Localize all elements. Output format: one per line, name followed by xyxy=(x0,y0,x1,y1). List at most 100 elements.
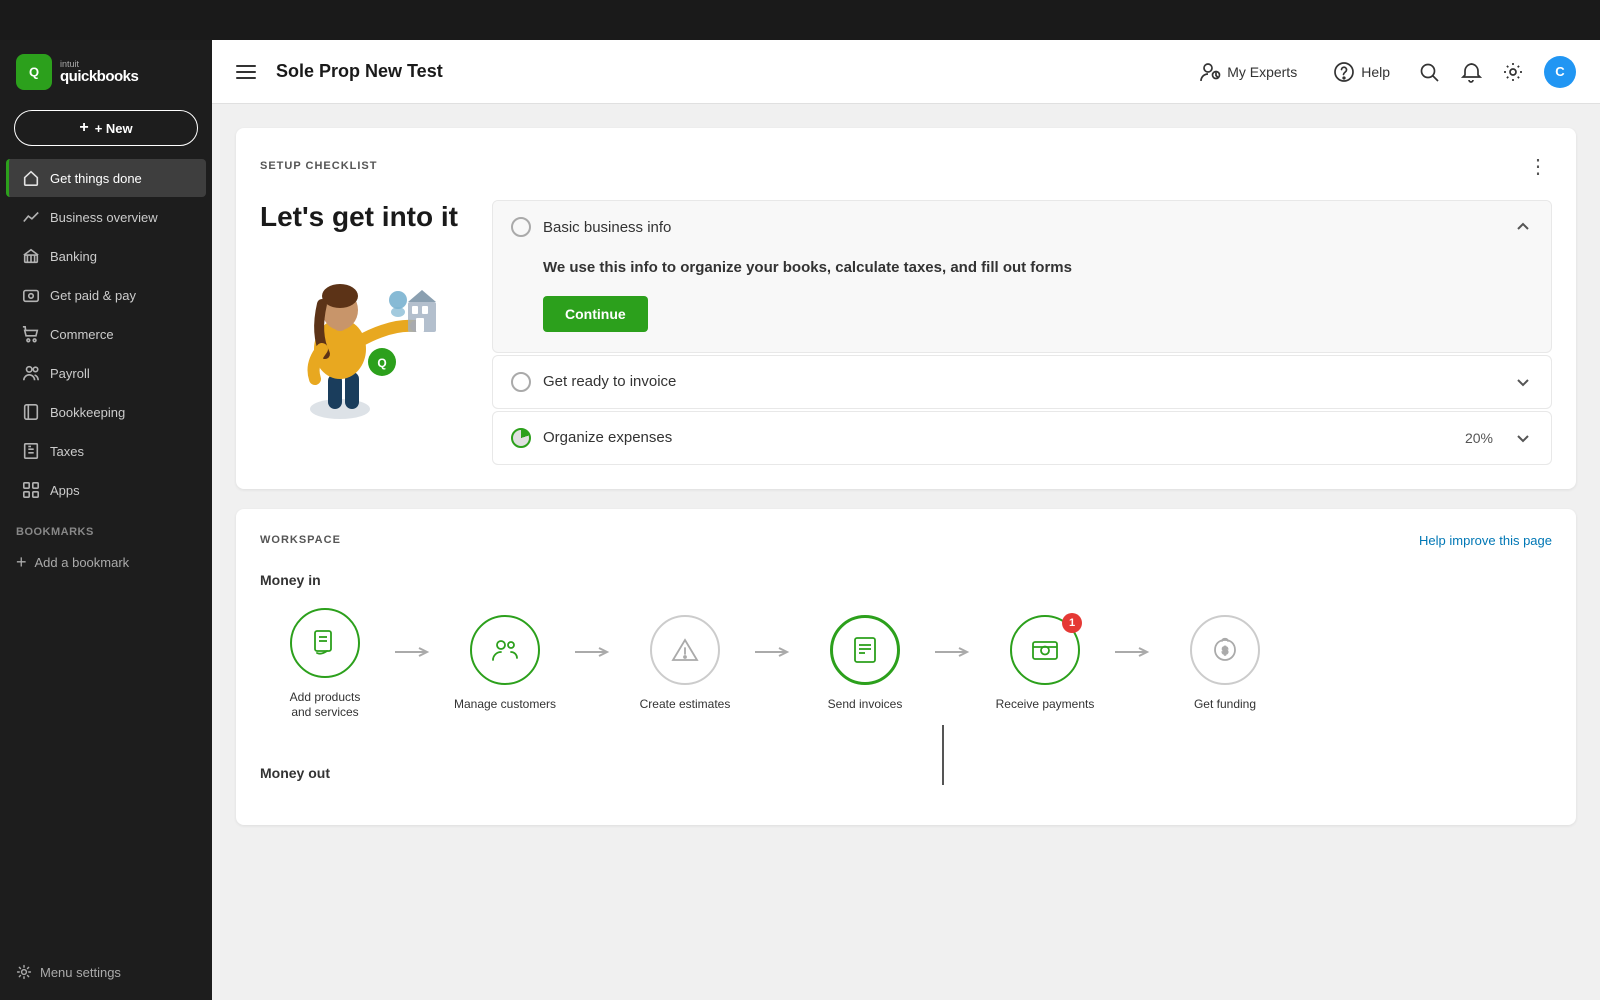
get-funding-label: Get funding xyxy=(1194,697,1256,713)
workflow-arrow-5 xyxy=(1110,644,1160,660)
workflow-arrow-2 xyxy=(570,644,620,660)
checklist-items: Basic business info We use this info to … xyxy=(492,200,1552,465)
workflow-circle-manage-customers xyxy=(470,615,540,685)
svg-text:Q: Q xyxy=(29,65,39,80)
setup-label: SETUP CHECKLIST xyxy=(260,160,377,172)
arrow-icon-2 xyxy=(575,644,615,660)
workflow-item-manage-customers[interactable]: Manage customers xyxy=(440,615,570,713)
workflow-arrow-3 xyxy=(750,644,800,660)
arrow-icon-3 xyxy=(755,644,795,660)
sidebar-logo: Q intuit quickbooks xyxy=(0,40,212,104)
sidebar-item-get-paid-pay[interactable]: Get paid & pay xyxy=(6,276,206,314)
settings-button[interactable] xyxy=(1502,61,1524,83)
book-icon xyxy=(22,403,40,421)
workspace-label: WORKSPACE xyxy=(260,534,341,546)
my-experts-button[interactable]: My Experts xyxy=(1191,55,1305,89)
sidebar-item-business-overview[interactable]: Business overview xyxy=(6,198,206,236)
page-title: Sole Prop New Test xyxy=(276,61,1191,82)
sidebar-item-get-things-done[interactable]: Get things done xyxy=(6,159,206,197)
sidebar-item-payroll[interactable]: Payroll xyxy=(6,354,206,392)
notifications-button[interactable] xyxy=(1460,61,1482,83)
sidebar-item-banking[interactable]: Banking xyxy=(6,237,206,275)
send-invoices-label: Send invoices xyxy=(828,697,903,713)
setup-content: Let's get into it xyxy=(260,200,1552,465)
people-circle-icon xyxy=(489,634,521,666)
pointer-container xyxy=(260,725,1552,785)
workspace-card: WORKSPACE Help improve this page Money i… xyxy=(236,509,1576,825)
workflow-arrow-1 xyxy=(390,644,440,660)
chevron-down-icon xyxy=(1513,372,1533,392)
svg-text:$: $ xyxy=(1222,646,1228,657)
chevron-up-icon xyxy=(1513,217,1533,237)
workspace-header: WORKSPACE Help improve this page xyxy=(260,533,1552,548)
bookmarks-label: BOOKMARKS xyxy=(16,526,196,538)
sidebar-item-commerce[interactable]: Commerce xyxy=(6,315,206,353)
workflow-item-receive-payments[interactable]: 1 Receive payments xyxy=(980,615,1110,713)
expenses-percent: 20% xyxy=(1465,430,1493,446)
help-improve-link[interactable]: Help improve this page xyxy=(1419,533,1552,548)
header: Sole Prop New Test My Experts xyxy=(212,40,1600,104)
checklist-item-invoice-header[interactable]: Get ready to invoice xyxy=(493,356,1551,408)
quickbooks-logo-icon: Q xyxy=(16,54,52,90)
main-area: Sole Prop New Test My Experts xyxy=(212,40,1600,1000)
checklist-item-basic-info-header[interactable]: Basic business info xyxy=(493,201,1551,253)
workflow-item-add-products[interactable]: Add productsand services xyxy=(260,608,390,721)
money-bag-icon: $ xyxy=(1209,634,1241,666)
header-actions: My Experts Help xyxy=(1191,55,1576,89)
checklist-radio-basic-info xyxy=(511,217,531,237)
menu-settings[interactable]: Menu settings xyxy=(0,954,212,990)
chevron-down-expenses-icon xyxy=(1513,428,1533,448)
more-options-button[interactable]: ⋮ xyxy=(1524,152,1552,180)
workflow-item-send-invoices[interactable]: Send invoices xyxy=(800,615,930,713)
money-in-label: Money in xyxy=(260,572,1552,588)
svg-text:Q: Q xyxy=(377,356,386,370)
receipt-hand-icon xyxy=(309,627,341,659)
content-area: SETUP CHECKLIST ⋮ Let's get into it xyxy=(212,104,1600,1000)
user-avatar[interactable]: C xyxy=(1544,56,1576,88)
sidebar-nav: Get things done Business overview Bankin… xyxy=(0,158,212,510)
tax-icon xyxy=(22,442,40,460)
bookmarks-section: BOOKMARKS + Add a bookmark xyxy=(0,526,212,585)
checklist-item-expenses: Organize expenses 20% xyxy=(492,411,1552,465)
apps-icon xyxy=(22,481,40,499)
invoice-icon xyxy=(849,634,881,666)
checklist-item-expenses-header[interactable]: Organize expenses 20% xyxy=(493,412,1551,464)
bank-icon xyxy=(22,247,40,265)
arrow-icon-5 xyxy=(1115,644,1155,660)
payment-icon xyxy=(1029,634,1061,666)
continue-button[interactable]: Continue xyxy=(543,296,648,332)
setup-illustration: Let's get into it xyxy=(260,200,460,420)
sidebar: Q intuit quickbooks + + New Get things d… xyxy=(0,40,212,1000)
create-estimates-label: Create estimates xyxy=(640,697,731,713)
home-icon xyxy=(22,169,40,187)
plus-bookmark-icon: + xyxy=(16,552,27,573)
workflow-circle-create-estimates xyxy=(650,615,720,685)
checklist-radio-invoice xyxy=(511,372,531,392)
setup-checklist-card: SETUP CHECKLIST ⋮ Let's get into it xyxy=(236,128,1576,489)
checklist-item-invoice: Get ready to invoice xyxy=(492,355,1552,409)
search-button[interactable] xyxy=(1418,61,1440,83)
checklist-item-invoice-label: Get ready to invoice xyxy=(543,373,1501,390)
workflow-item-get-funding[interactable]: $ Get funding xyxy=(1160,615,1290,713)
dollar-icon xyxy=(22,286,40,304)
setup-title: Let's get into it xyxy=(260,200,460,234)
help-icon xyxy=(1333,61,1355,83)
experts-icon xyxy=(1199,61,1221,83)
receive-payments-label: Receive payments xyxy=(996,697,1095,713)
add-products-label: Add productsand services xyxy=(290,690,361,721)
sidebar-item-taxes[interactable]: Taxes xyxy=(6,432,206,470)
help-button[interactable]: Help xyxy=(1325,55,1398,89)
workflow-row: Add productsand services xyxy=(260,608,1552,721)
sidebar-item-bookkeeping[interactable]: Bookkeeping xyxy=(6,393,206,431)
new-button[interactable]: + + New xyxy=(14,110,198,146)
sidebar-item-apps[interactable]: Apps xyxy=(6,471,206,509)
add-bookmark[interactable]: + Add a bookmark xyxy=(16,546,196,579)
setup-card-header: SETUP CHECKLIST ⋮ xyxy=(260,152,1552,180)
logo-text: intuit quickbooks xyxy=(60,60,138,84)
hamburger-menu[interactable] xyxy=(236,60,260,84)
workflow-circle-add-products xyxy=(290,608,360,678)
manage-customers-label: Manage customers xyxy=(454,697,556,713)
workflow-item-create-estimates[interactable]: Create estimates xyxy=(620,615,750,713)
checklist-item-expenses-label: Organize expenses xyxy=(543,429,1453,446)
checklist-radio-expenses-partial xyxy=(511,428,531,448)
